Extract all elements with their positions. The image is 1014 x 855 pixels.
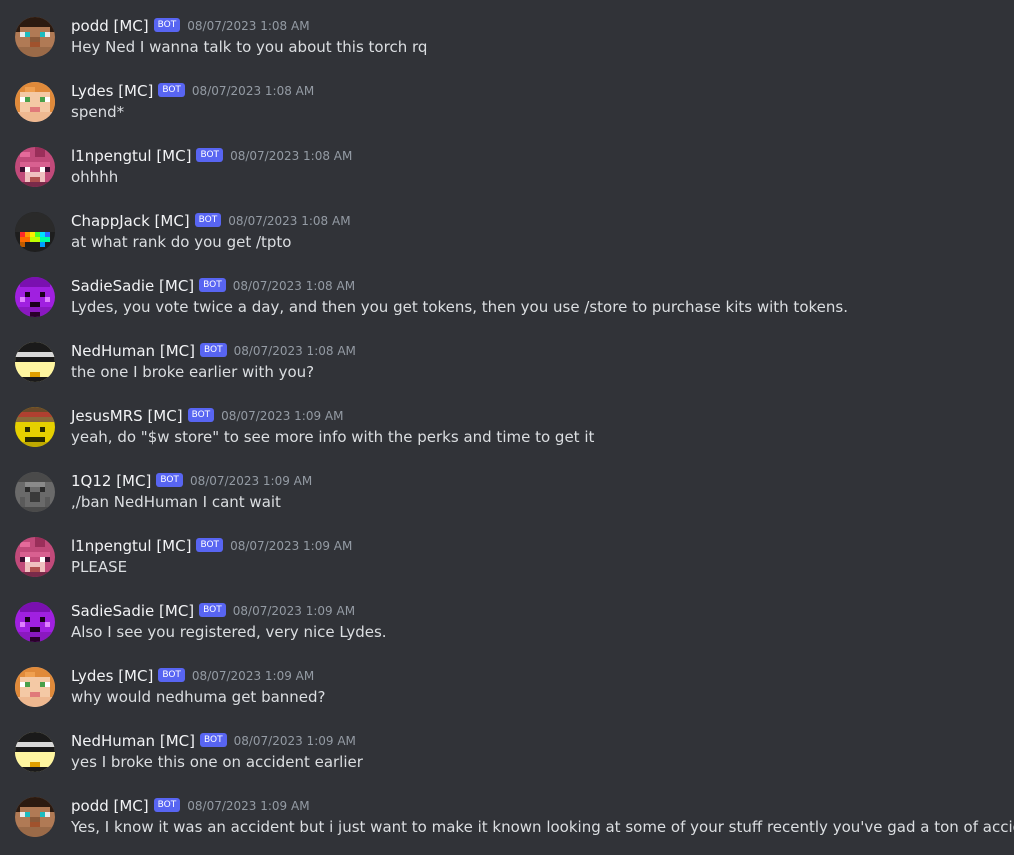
- timestamp[interactable]: 08/07/2023 1:08 AM: [228, 214, 350, 228]
- timestamp[interactable]: 08/07/2023 1:08 AM: [187, 19, 309, 33]
- message-header: podd [MC] BOT 08/07/2023 1:08 AM: [71, 16, 310, 36]
- message[interactable]: podd [MC] BOT 08/07/2023 1:09 AM Yes, I …: [0, 796, 1014, 855]
- timestamp[interactable]: 08/07/2023 1:09 AM: [230, 539, 352, 553]
- message-header: l1npengtul [MC] BOT 08/07/2023 1:08 AM: [71, 146, 352, 166]
- message[interactable]: Lydes [MC] BOT 08/07/2023 1:08 AM spend*: [0, 81, 1014, 146]
- message-text: Yes, I know it was an accident but i jus…: [71, 818, 1014, 836]
- message-header: NedHuman [MC] BOT 08/07/2023 1:08 AM: [71, 341, 356, 361]
- message-header: l1npengtul [MC] BOT 08/07/2023 1:09 AM: [71, 536, 352, 556]
- message[interactable]: NedHuman [MC] BOT 08/07/2023 1:09 AM yes…: [0, 731, 1014, 796]
- message-header: podd [MC] BOT 08/07/2023 1:09 AM: [71, 796, 310, 816]
- bot-badge: BOT: [196, 148, 224, 162]
- message[interactable]: podd [MC] BOT 08/07/2023 1:08 AM Hey Ned…: [0, 16, 1014, 81]
- bot-badge: BOT: [153, 18, 181, 32]
- username[interactable]: ChappJack [MC]: [71, 212, 190, 230]
- message-text: the one I broke earlier with you?: [71, 363, 315, 381]
- message-header: Lydes [MC] BOT 08/07/2023 1:08 AM: [71, 81, 314, 101]
- timestamp[interactable]: 08/07/2023 1:08 AM: [234, 344, 356, 358]
- nedhuman-avatar[interactable]: [15, 342, 55, 382]
- message[interactable]: JesusMRS [MC] BOT 08/07/2023 1:09 AM yea…: [0, 406, 1014, 471]
- message-header: JesusMRS [MC] BOT 08/07/2023 1:09 AM: [71, 406, 343, 426]
- podd-avatar[interactable]: [15, 17, 55, 57]
- username[interactable]: NedHuman [MC]: [71, 342, 195, 360]
- message-header: SadieSadie [MC] BOT 08/07/2023 1:08 AM: [71, 276, 355, 296]
- bot-badge: BOT: [158, 83, 185, 97]
- username[interactable]: NedHuman [MC]: [71, 732, 195, 750]
- bot-badge: BOT: [199, 278, 226, 292]
- bot-badge: BOT: [199, 343, 227, 357]
- bot-badge: BOT: [158, 668, 185, 682]
- timestamp[interactable]: 08/07/2023 1:09 AM: [234, 734, 356, 748]
- bot-badge: BOT: [153, 798, 181, 812]
- lydes-avatar[interactable]: [15, 667, 55, 707]
- jesusmrs-avatar[interactable]: [15, 407, 55, 447]
- timestamp[interactable]: 08/07/2023 1:08 AM: [233, 279, 355, 293]
- timestamp[interactable]: 08/07/2023 1:09 AM: [187, 799, 309, 813]
- chappjack-avatar[interactable]: [15, 212, 55, 252]
- username[interactable]: l1npengtul [MC]: [71, 147, 191, 165]
- sadiesadie-avatar[interactable]: [15, 602, 55, 642]
- username[interactable]: SadieSadie [MC]: [71, 277, 194, 295]
- message-text: why would nedhuma get banned?: [71, 688, 326, 706]
- message[interactable]: 1Q12 [MC] BOT 08/07/2023 1:09 AM ,/ban N…: [0, 471, 1014, 536]
- message-text: yeah, do "$w store" to see more info wit…: [71, 428, 595, 446]
- username[interactable]: SadieSadie [MC]: [71, 602, 194, 620]
- message-header: Lydes [MC] BOT 08/07/2023 1:09 AM: [71, 666, 314, 686]
- timestamp[interactable]: 08/07/2023 1:08 AM: [230, 149, 352, 163]
- message-header: SadieSadie [MC] BOT 08/07/2023 1:09 AM: [71, 601, 355, 621]
- timestamp[interactable]: 08/07/2023 1:09 AM: [233, 604, 355, 618]
- bot-badge: BOT: [199, 733, 227, 747]
- message-text: yes I broke this one on accident earlier: [71, 753, 363, 771]
- bot-badge: BOT: [187, 408, 215, 422]
- message-header: 1Q12 [MC] BOT 08/07/2023 1:09 AM: [71, 471, 312, 491]
- message-text: Hey Ned I wanna talk to you about this t…: [71, 38, 428, 56]
- message-text: at what rank do you get /tpto: [71, 233, 292, 251]
- message-text: ,/ban NedHuman I cant wait: [71, 493, 281, 511]
- username[interactable]: l1npengtul [MC]: [71, 537, 191, 555]
- message[interactable]: Lydes [MC] BOT 08/07/2023 1:09 AM why wo…: [0, 666, 1014, 731]
- bot-badge: BOT: [156, 473, 183, 487]
- message[interactable]: NedHuman [MC] BOT 08/07/2023 1:08 AM the…: [0, 341, 1014, 406]
- message[interactable]: l1npengtul [MC] BOT 08/07/2023 1:09 AM P…: [0, 536, 1014, 601]
- message-text: PLEASE: [71, 558, 128, 576]
- timestamp[interactable]: 08/07/2023 1:09 AM: [192, 669, 314, 683]
- username[interactable]: Lydes [MC]: [71, 667, 153, 685]
- timestamp[interactable]: 08/07/2023 1:08 AM: [192, 84, 314, 98]
- bot-badge: BOT: [199, 603, 226, 617]
- l1npengtul-avatar[interactable]: [15, 537, 55, 577]
- username[interactable]: podd [MC]: [71, 797, 149, 815]
- timestamp[interactable]: 08/07/2023 1:09 AM: [221, 409, 343, 423]
- l1npengtul-avatar[interactable]: [15, 147, 55, 187]
- lydes-avatar[interactable]: [15, 82, 55, 122]
- bot-badge: BOT: [194, 213, 222, 227]
- nedhuman-avatar[interactable]: [15, 732, 55, 772]
- podd-avatar[interactable]: [15, 797, 55, 837]
- username[interactable]: podd [MC]: [71, 17, 149, 35]
- message-header: ChappJack [MC] BOT 08/07/2023 1:08 AM: [71, 211, 351, 231]
- message-list: podd [MC] BOT 08/07/2023 1:08 AM Hey Ned…: [0, 0, 1014, 855]
- username[interactable]: 1Q12 [MC]: [71, 472, 151, 490]
- message-text: Also I see you registered, very nice Lyd…: [71, 623, 387, 641]
- message-text: ohhhh: [71, 168, 119, 186]
- bot-badge: BOT: [196, 538, 224, 552]
- message-text: spend*: [71, 103, 125, 121]
- message[interactable]: l1npengtul [MC] BOT 08/07/2023 1:08 AM o…: [0, 146, 1014, 211]
- username[interactable]: JesusMRS [MC]: [71, 407, 183, 425]
- message[interactable]: SadieSadie [MC] BOT 08/07/2023 1:09 AM A…: [0, 601, 1014, 666]
- message[interactable]: SadieSadie [MC] BOT 08/07/2023 1:08 AM L…: [0, 276, 1014, 341]
- timestamp[interactable]: 08/07/2023 1:09 AM: [190, 474, 312, 488]
- 1q12-avatar[interactable]: [15, 472, 55, 512]
- sadiesadie-avatar[interactable]: [15, 277, 55, 317]
- message-text: Lydes, you vote twice a day, and then yo…: [71, 298, 848, 316]
- message-header: NedHuman [MC] BOT 08/07/2023 1:09 AM: [71, 731, 356, 751]
- username[interactable]: Lydes [MC]: [71, 82, 153, 100]
- message[interactable]: ChappJack [MC] BOT 08/07/2023 1:08 AM at…: [0, 211, 1014, 276]
